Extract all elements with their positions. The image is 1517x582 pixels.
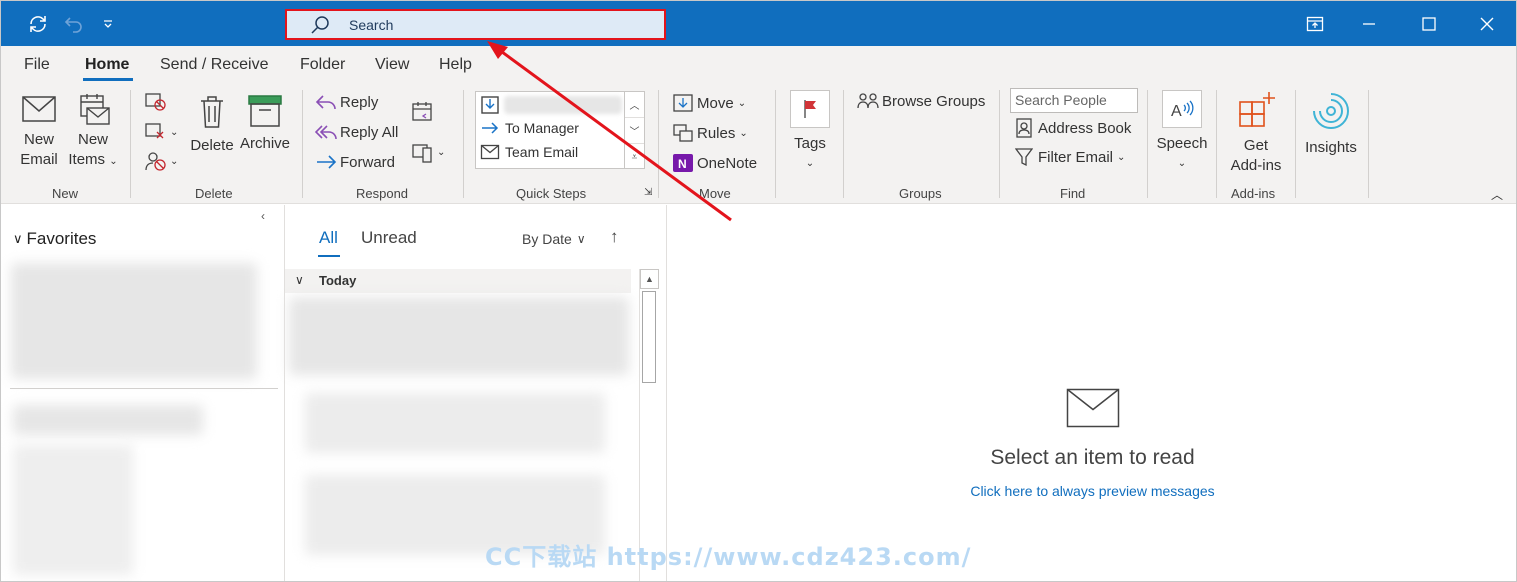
- watermark-text: CC下载站 https://www.cdz423.com/: [485, 543, 972, 571]
- outlook-window: Search File Home Send / Receive Folder V…: [0, 0, 1517, 582]
- annotation-arrow: [487, 41, 732, 222]
